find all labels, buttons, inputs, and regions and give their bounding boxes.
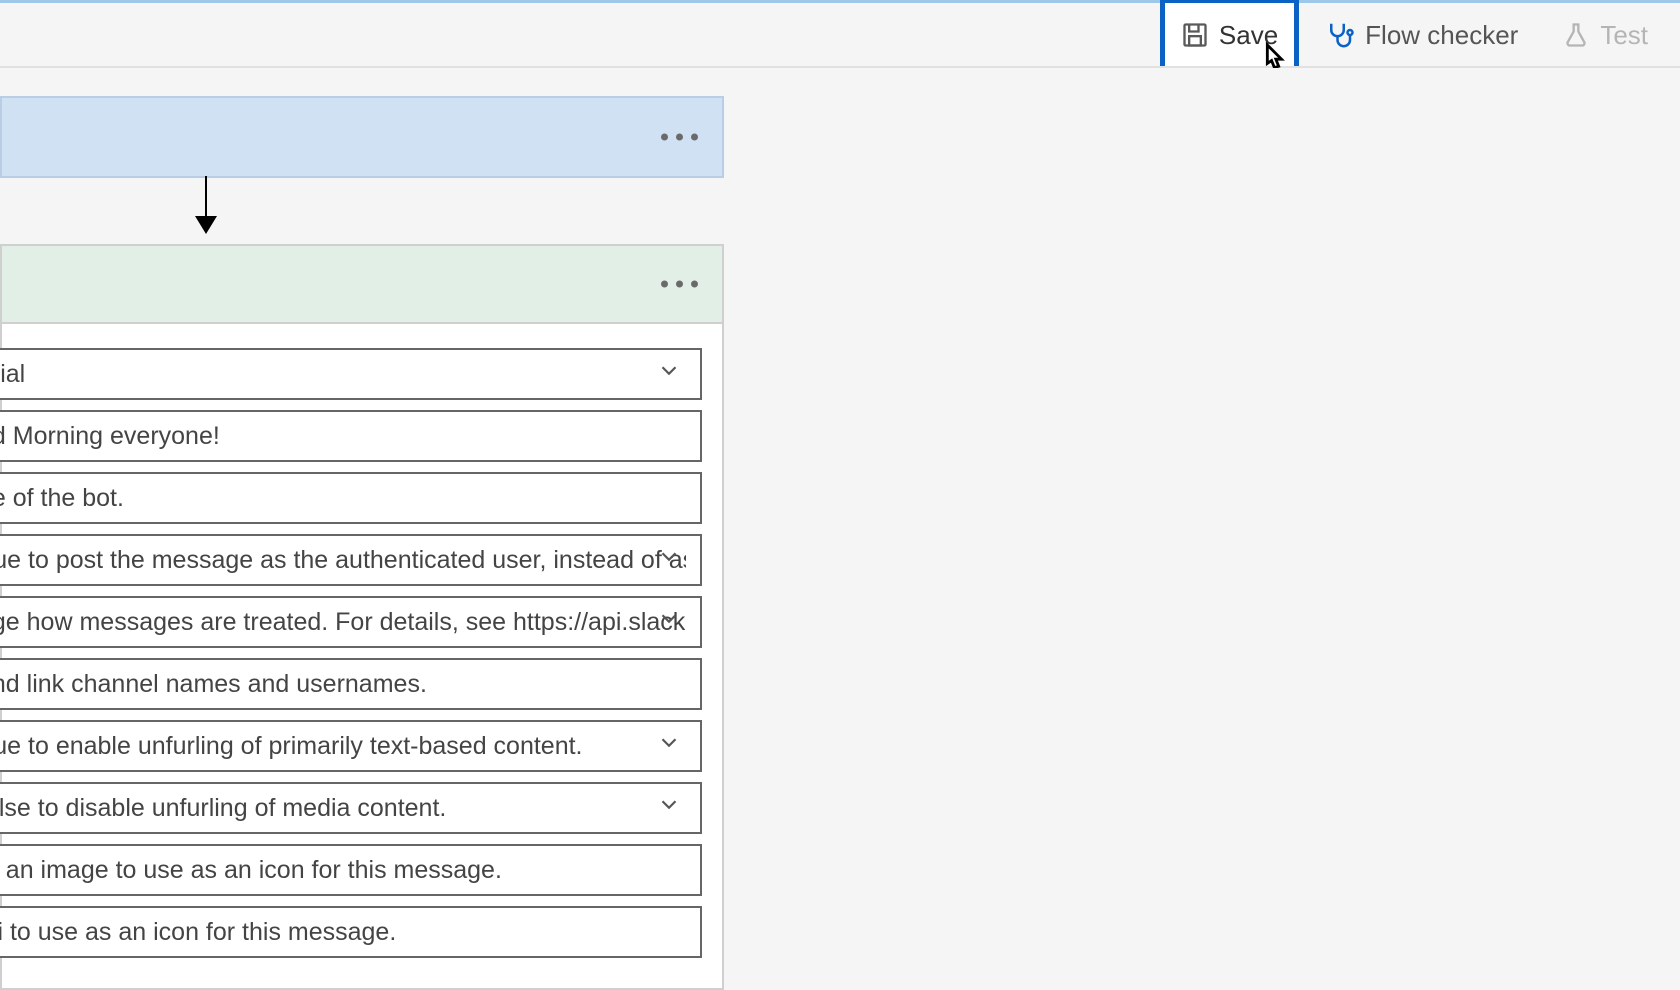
action-card[interactable]: orial od Morning everyone! ne of the bot… (0, 244, 724, 990)
connector-arrow (205, 176, 207, 232)
chevron-down-icon (656, 358, 682, 391)
bot-name-field-text: ne of the bot. (0, 484, 124, 513)
unfurl-links-field[interactable]: true to enable unfurling of primarily te… (0, 720, 702, 772)
bot-name-field[interactable]: ne of the bot. (0, 472, 702, 524)
message-text-field-text: od Morning everyone! (0, 422, 220, 451)
save-button-label: Save (1219, 22, 1278, 48)
action-card-menu[interactable] (661, 281, 698, 288)
test-button-label: Test (1600, 22, 1648, 48)
icon-url-field[interactable]: to an image to use as an icon for this m… (0, 844, 702, 896)
channel-field[interactable]: orial (0, 348, 702, 400)
flow-checker-button-label: Flow checker (1365, 22, 1518, 48)
message-text-field[interactable]: od Morning everyone! (0, 410, 702, 462)
parse-mode-field-text: nge how messages are treated. For detail… (0, 608, 686, 637)
unfurl-links-field-text: true to enable unfurling of primarily te… (0, 732, 583, 761)
chevron-down-icon (656, 606, 682, 639)
post-as-user-field-text: true to post the message as the authenti… (0, 546, 686, 575)
stethoscope-icon (1325, 20, 1355, 50)
flow-canvas[interactable]: orial od Morning everyone! ne of the bot… (0, 68, 1680, 945)
action-card-header[interactable] (2, 246, 722, 324)
unfurl-media-field-text: false to disable unfurling of media cont… (0, 794, 446, 823)
test-button[interactable]: Test (1544, 5, 1666, 65)
parse-mode-field[interactable]: nge how messages are treated. For detail… (0, 596, 702, 648)
flask-icon (1562, 21, 1590, 49)
link-names-field-text: and link channel names and usernames. (0, 670, 427, 699)
icon-emoji-field[interactable]: oji to use as an icon for this message. (0, 906, 702, 958)
chevron-down-icon (656, 544, 682, 577)
chevron-down-icon (656, 730, 682, 763)
icon-emoji-field-text: oji to use as an icon for this message. (0, 918, 396, 947)
icon-url-field-text: to an image to use as an icon for this m… (0, 856, 502, 885)
flow-checker-button[interactable]: Flow checker (1307, 4, 1536, 66)
post-as-user-field[interactable]: true to post the message as the authenti… (0, 534, 702, 586)
link-names-field[interactable]: and link channel names and usernames. (0, 658, 702, 710)
unfurl-media-field[interactable]: false to disable unfurling of media cont… (0, 782, 702, 834)
action-card-body: orial od Morning everyone! ne of the bot… (2, 324, 722, 988)
channel-field-text: orial (0, 360, 25, 389)
save-button[interactable]: Save (1160, 0, 1299, 72)
trigger-card[interactable] (0, 96, 724, 178)
save-icon (1181, 21, 1209, 49)
trigger-card-menu[interactable] (661, 134, 698, 141)
command-bar: Save Flow checker Test (1160, 4, 1666, 66)
chevron-down-icon (656, 792, 682, 825)
window-top-accent (0, 0, 1680, 3)
